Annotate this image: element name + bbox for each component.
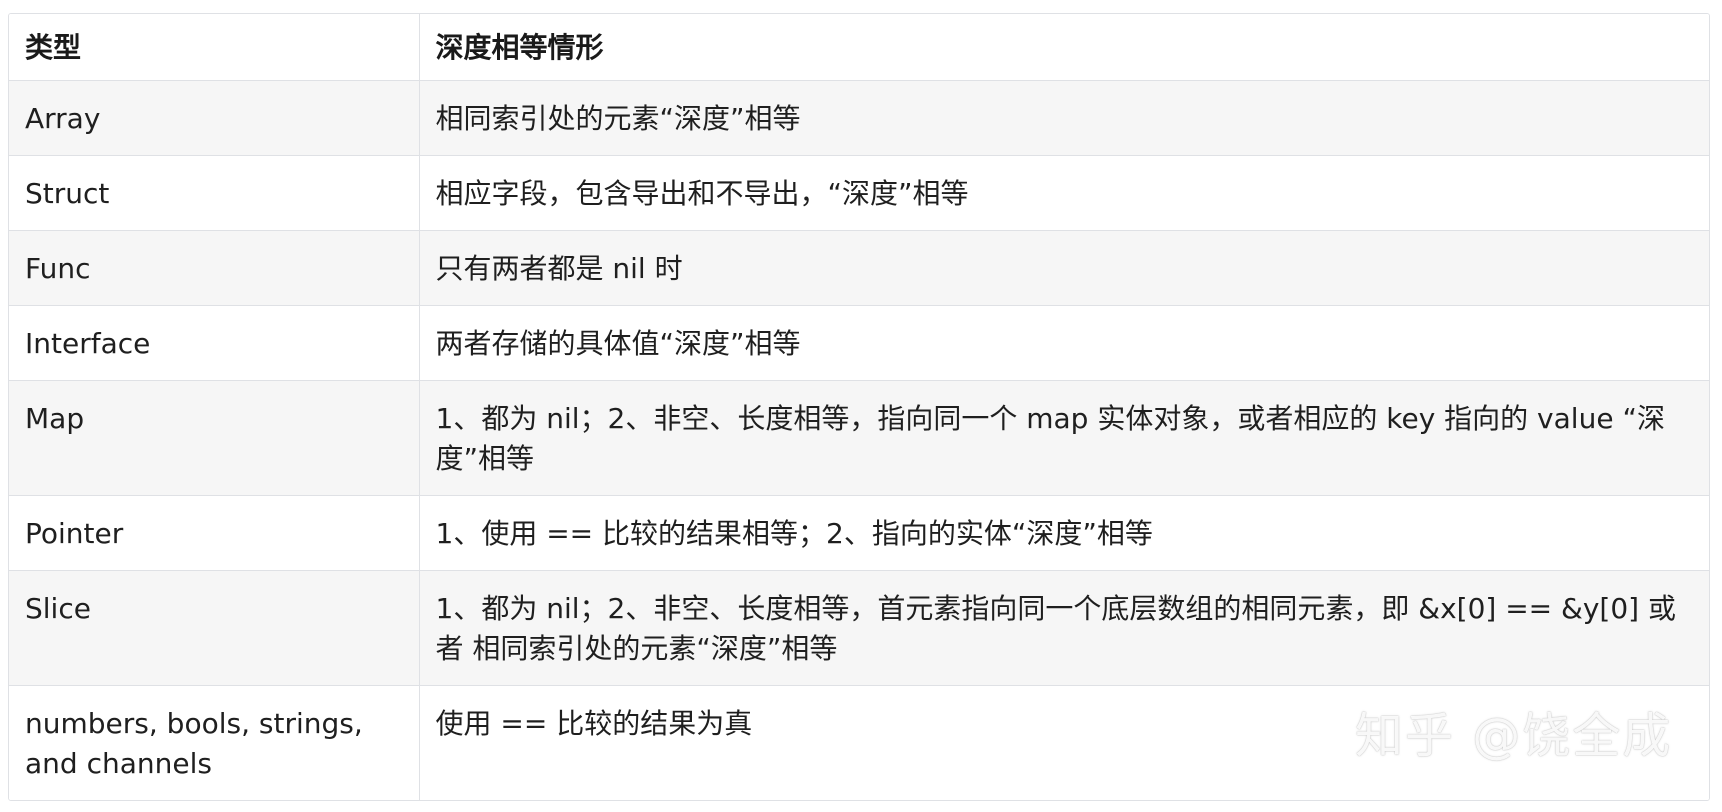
deep-equal-table-container: 类型 深度相等情形 Array 相同索引处的元素“深度”相等 Struct 相应…	[8, 13, 1710, 801]
row-type-cell: Slice	[9, 570, 420, 686]
row-type-cell: Func	[9, 230, 420, 306]
table-row: Pointer 1、使用 == 比较的结果相等；2、指向的实体“深度”相等	[9, 495, 1709, 571]
header-deep-equal-condition: 深度相等情形	[419, 14, 1709, 81]
table-row: Interface 两者存储的具体值“深度”相等	[9, 305, 1709, 381]
table-row: Array 相同索引处的元素“深度”相等	[9, 80, 1709, 156]
row-desc-cell: 使用 == 比较的结果为真	[419, 685, 1709, 800]
table-row: Map 1、都为 nil；2、非空、长度相等，指向同一个 map 实体对象，或者…	[9, 380, 1709, 496]
table-header-row: 类型 深度相等情形	[9, 14, 1709, 81]
table-row: numbers, bools, strings, and channels 使用…	[9, 685, 1709, 800]
deep-equal-table: 类型 深度相等情形 Array 相同索引处的元素“深度”相等 Struct 相应…	[9, 14, 1709, 800]
header-type: 类型	[9, 14, 420, 81]
row-type-cell: numbers, bools, strings, and channels	[9, 685, 420, 800]
row-type-cell: Pointer	[9, 495, 420, 571]
row-type-cell: Struct	[9, 155, 420, 231]
table-row: Func 只有两者都是 nil 时	[9, 230, 1709, 306]
row-desc-cell: 1、都为 nil；2、非空、长度相等，首元素指向同一个底层数组的相同元素，即 &…	[419, 570, 1709, 686]
row-desc-cell: 1、使用 == 比较的结果相等；2、指向的实体“深度”相等	[419, 495, 1709, 571]
row-desc-cell: 相同索引处的元素“深度”相等	[419, 80, 1709, 156]
table-row: Struct 相应字段，包含导出和不导出，“深度”相等	[9, 155, 1709, 231]
row-desc-cell: 相应字段，包含导出和不导出，“深度”相等	[419, 155, 1709, 231]
row-type-cell: Map	[9, 380, 420, 496]
row-type-cell: Array	[9, 80, 420, 156]
row-desc-cell: 1、都为 nil；2、非空、长度相等，指向同一个 map 实体对象，或者相应的 …	[419, 380, 1709, 496]
table-row: Slice 1、都为 nil；2、非空、长度相等，首元素指向同一个底层数组的相同…	[9, 570, 1709, 686]
row-desc-cell: 只有两者都是 nil 时	[419, 230, 1709, 306]
row-desc-cell: 两者存储的具体值“深度”相等	[419, 305, 1709, 381]
row-type-cell: Interface	[9, 305, 420, 381]
